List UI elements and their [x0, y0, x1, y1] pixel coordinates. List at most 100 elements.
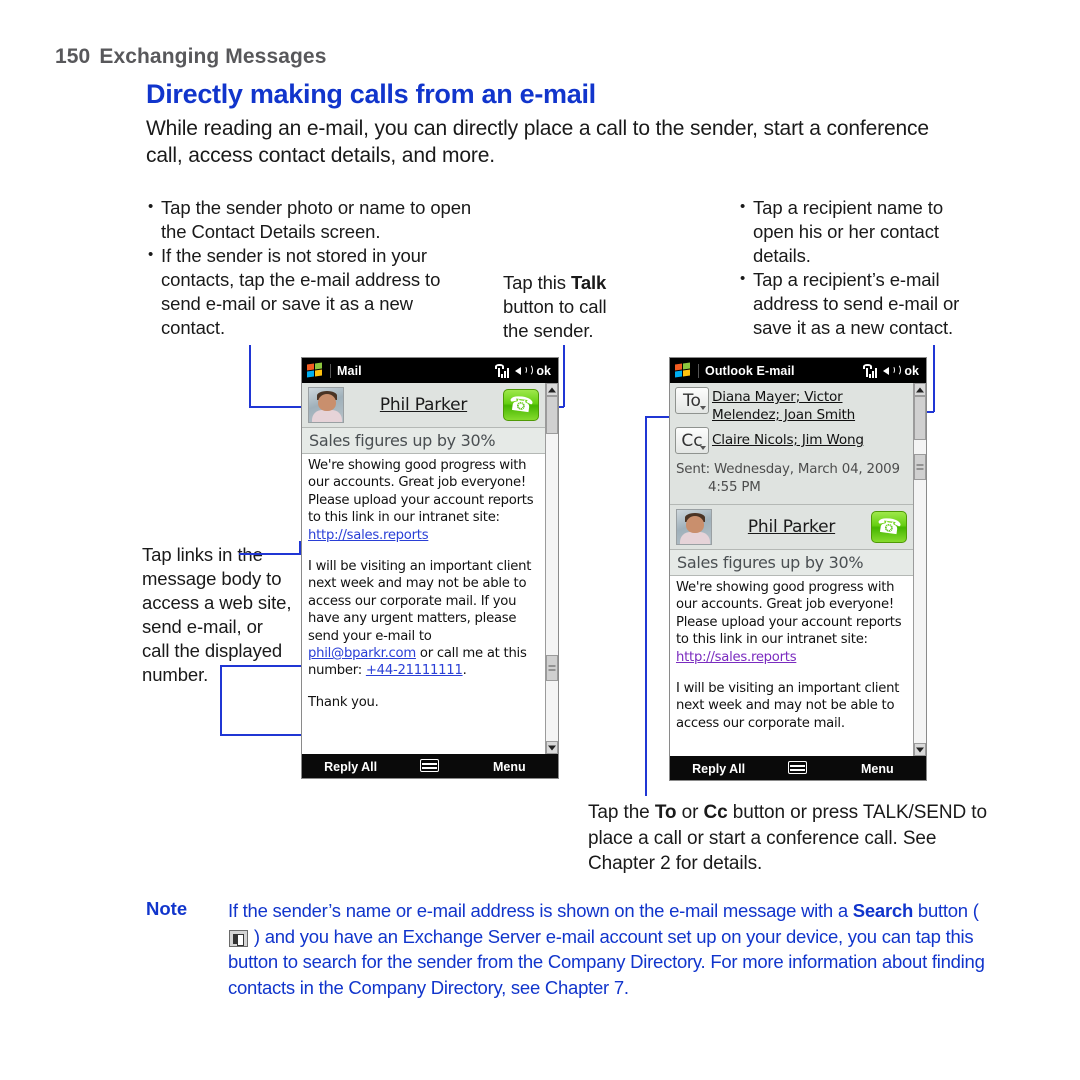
left-body-p2-text: I will be visiting an important client n…	[308, 559, 532, 644]
to-field-row[interactable]: To Diana Mayer; Victor Melendez; Joan Sm…	[670, 383, 913, 426]
note-seg2: button (	[913, 900, 979, 921]
sent-date: Sent: Wednesday, March 04, 2009	[676, 462, 900, 477]
menu-button[interactable]: Menu	[829, 762, 926, 776]
windows-logo-icon	[675, 362, 692, 378]
menu-button[interactable]: Menu	[461, 760, 558, 774]
note-bold-search: Search	[852, 900, 914, 921]
connector-line	[249, 406, 307, 408]
avatar[interactable]	[308, 387, 344, 423]
connector-line	[239, 553, 301, 555]
connector-line	[249, 345, 251, 407]
left-sender-name[interactable]: Phil Parker	[344, 395, 503, 415]
callout-talk-line2: button to call	[503, 296, 607, 317]
speaker-icon	[515, 364, 534, 377]
talk-button[interactable]: ☎	[503, 389, 539, 421]
scroll-thumb-lower[interactable]	[546, 655, 558, 681]
keyboard-button[interactable]	[399, 759, 460, 775]
to-button-label: To	[683, 390, 701, 411]
talk-button[interactable]: ☎	[871, 511, 907, 543]
to-button[interactable]: To	[675, 387, 709, 414]
left-titlebar: Mail ok	[302, 358, 558, 383]
connector-line	[563, 345, 565, 407]
connector-line	[933, 345, 935, 412]
right-scrollbar[interactable]	[913, 383, 926, 756]
right-subject: Sales figures up by 30%	[670, 550, 913, 576]
link-sales-reports[interactable]: http://sales.reports	[308, 528, 429, 543]
signal-strength-icon	[863, 363, 878, 378]
scroll-down-icon[interactable]	[914, 743, 926, 756]
ok-button[interactable]: ok	[536, 364, 551, 378]
left-scrollbar[interactable]	[545, 383, 558, 754]
callout-talk-line3: the sender.	[503, 320, 594, 341]
note-block: Note If the sender’s name or e-mail addr…	[146, 898, 986, 1000]
right-softkey-bar: Reply All Menu	[670, 756, 926, 780]
cc-button[interactable]: Cc	[675, 427, 709, 454]
left-softkey-bar: Reply All Menu	[302, 754, 558, 778]
scroll-down-icon[interactable]	[546, 741, 558, 754]
scroll-track-lower[interactable]	[546, 681, 558, 741]
intro-paragraph: While reading an e-mail, you can directl…	[146, 117, 929, 167]
left-body-paragraph-1: We're showing good progress with our acc…	[308, 457, 539, 544]
chevron-down-icon	[700, 406, 706, 410]
search-button-icon	[229, 929, 248, 947]
callout-talk-prefix: Tap this	[503, 272, 571, 293]
chevron-down-icon	[700, 446, 706, 450]
reply-all-button[interactable]: Reply All	[302, 760, 399, 774]
left-sender-bar[interactable]: Phil Parker ☎	[302, 383, 545, 428]
scroll-track[interactable]	[914, 440, 926, 454]
running-head-title: Exchanging Messages	[99, 45, 327, 68]
sent-time: 4:55 PM	[708, 480, 761, 495]
scroll-up-icon[interactable]	[914, 383, 926, 396]
note-seg3: ) and you have an Exchange Server e-mail…	[228, 925, 985, 998]
scroll-thumb[interactable]	[546, 396, 558, 434]
left-body-paragraph-3: Thank you.	[308, 694, 379, 710]
device-screenshot-right: Outlook E-mail ok To Diana Mayer; Victor…	[669, 357, 927, 781]
to-recipients[interactable]: Diana Mayer; Victor Melendez; Joan Smith	[712, 387, 909, 424]
note-text: If the sender’s name or e-mail address i…	[228, 898, 986, 1000]
signal-strength-icon	[495, 363, 510, 378]
left-app-title: Mail	[337, 363, 362, 378]
scroll-thumb-lower[interactable]	[914, 454, 926, 480]
callout-bottom-seg1: Tap the	[588, 802, 655, 823]
scroll-thumb[interactable]	[914, 396, 926, 440]
callout-bottom-seg2: or	[676, 802, 704, 823]
note-seg1: If the sender’s name or e-mail address i…	[228, 900, 853, 921]
page-number: 150	[55, 45, 91, 68]
callout-talk-bold: Talk	[571, 272, 607, 293]
right-sender-bar[interactable]: Phil Parker ☎	[670, 505, 913, 550]
right-titlebar: Outlook E-mail ok	[670, 358, 926, 383]
right-sender-name[interactable]: Phil Parker	[712, 517, 871, 537]
cc-field-row[interactable]: Cc Claire Nicols; Jim Wong	[670, 426, 913, 456]
left-subject: Sales figures up by 30%	[302, 428, 545, 454]
right-body-p1-text: We're showing good progress with our acc…	[676, 580, 902, 648]
link-sales-reports[interactable]: http://sales.reports	[676, 650, 797, 665]
sent-timestamp: Sent: Wednesday, March 04, 2009 4:55 PM	[670, 456, 913, 505]
phone-handset-icon: ☎	[507, 392, 535, 418]
cc-recipients-text[interactable]: Claire Nicols; Jim Wong	[712, 432, 864, 448]
to-recipients-text[interactable]: Diana Mayer; Victor Melendez; Joan Smith	[712, 389, 855, 423]
link-email-address[interactable]: phil@bparkr.com	[308, 646, 416, 661]
keyboard-button[interactable]	[767, 761, 828, 777]
callout-talk: Tap this Talk button to call the sender.	[503, 271, 623, 343]
ok-button[interactable]: ok	[904, 364, 919, 378]
cc-recipients[interactable]: Claire Nicols; Jim Wong	[712, 427, 864, 449]
manual-page: 150 Exchanging Messages Directly making c…	[0, 0, 1080, 1080]
connector-line	[220, 665, 222, 735]
scroll-up-icon[interactable]	[546, 383, 558, 396]
device-screenshot-left: Mail ok Phil Parker ☎ Sales figures up b…	[301, 357, 559, 779]
reply-all-button[interactable]: Reply All	[670, 762, 767, 776]
divider	[330, 363, 331, 378]
scroll-track-lower[interactable]	[914, 480, 926, 743]
callout-left-top: Tap the sender photo or name to open the…	[148, 195, 478, 340]
scroll-track[interactable]	[546, 434, 558, 655]
link-phone-number[interactable]: +44-21111111	[366, 663, 463, 678]
callout-bottom-bold-cc: Cc	[703, 802, 728, 823]
left-body-p1-text: We're showing good progress with our acc…	[308, 458, 534, 526]
callout-left-top-bullet-2: If the sender is not stored in your cont…	[148, 243, 478, 340]
connector-line	[220, 665, 312, 667]
keyboard-icon	[788, 761, 808, 774]
callout-right-top-bullet-2: Tap a recipient’s e-mail address to send…	[740, 267, 988, 340]
right-app-title: Outlook E-mail	[705, 363, 795, 378]
avatar[interactable]	[676, 509, 712, 545]
running-head: 150 Exchanging Messages	[55, 45, 327, 69]
